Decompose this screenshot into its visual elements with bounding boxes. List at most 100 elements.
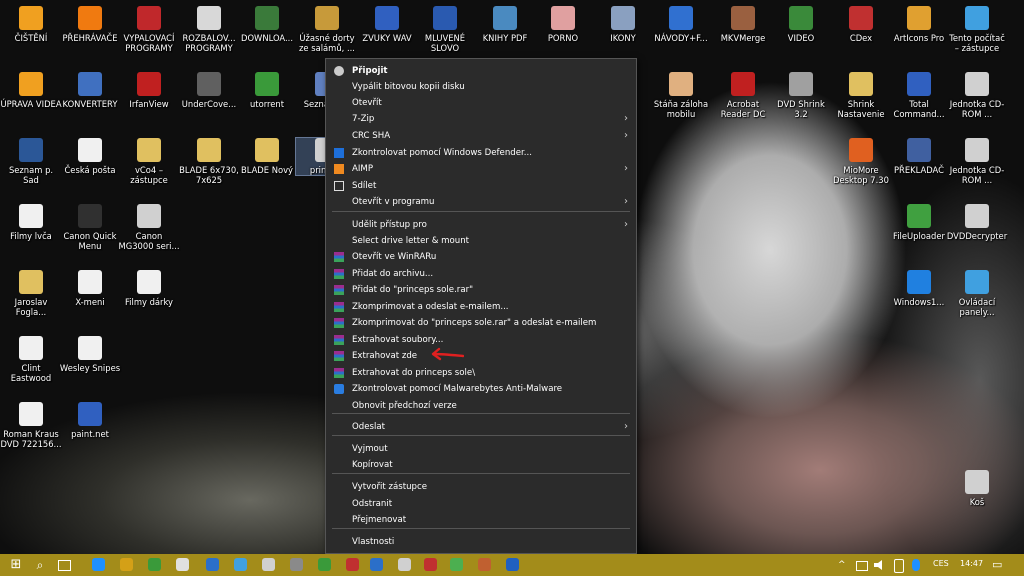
desktop-icon[interactable]: MKVMerge xyxy=(712,6,774,43)
menu-item[interactable]: Vypálit bitovou kopii disku xyxy=(326,79,636,95)
desktop-icon[interactable]: ROZBALOV... PROGRAMY xyxy=(178,6,240,53)
taskbar-app-icon[interactable] xyxy=(424,558,437,571)
desktop-icon[interactable]: PŘEHRÁVAČE xyxy=(59,6,121,43)
desktop-icon[interactable]: Total Command... xyxy=(888,72,950,119)
menu-item[interactable]: Kopírovat xyxy=(326,457,636,473)
desktop-icon[interactable]: IrfanView xyxy=(118,72,180,109)
desktop-icon[interactable]: paint.net xyxy=(59,402,121,439)
desktop-icon[interactable]: BLADE Nový xyxy=(236,138,298,175)
desktop-icon[interactable]: Stáňa záloha mobilu xyxy=(650,72,712,119)
menu-item[interactable]: Otevřít ve WinRARu xyxy=(326,249,636,265)
chevron-up-icon[interactable]: ^ xyxy=(838,557,854,573)
menu-item[interactable]: Vlastnosti xyxy=(326,534,636,550)
clock[interactable]: 14:47 xyxy=(960,559,983,568)
desktop-icon[interactable]: ČIŠTĚNÍ xyxy=(0,6,62,43)
desktop-icon[interactable]: DVD Shrink 3.2 xyxy=(770,72,832,119)
desktop-icon[interactable]: vCo4 – zástupce xyxy=(118,138,180,185)
volume-icon[interactable] xyxy=(874,560,882,570)
desktop-icon[interactable]: utorrent xyxy=(236,72,298,109)
desktop-icon[interactable]: Clint Eastwood xyxy=(0,336,62,383)
network-icon[interactable] xyxy=(856,561,868,571)
menu-item[interactable]: Extrahovat do princeps sole\ xyxy=(326,365,636,381)
desktop-icon[interactable]: Tento počítač – zástupce xyxy=(946,6,1008,53)
desktop-icon[interactable]: ArtIcons Pro xyxy=(888,6,950,43)
taskbar-app-icon[interactable] xyxy=(290,558,303,571)
menu-item[interactable]: Vytvořit zástupce xyxy=(326,479,636,495)
menu-item[interactable]: Zkomprimovat do "princeps sole.rar" a od… xyxy=(326,315,636,331)
menu-item[interactable]: Select drive letter & mount xyxy=(326,233,636,249)
desktop-icon[interactable]: Wesley Snipes xyxy=(59,336,121,373)
desktop-icon[interactable]: Koš xyxy=(946,470,1008,507)
menu-item[interactable]: 7-Zip › xyxy=(326,111,636,127)
desktop-icon[interactable]: Filmy lvča xyxy=(0,204,62,241)
desktop-icon[interactable]: Seznam p. Sad xyxy=(0,138,62,185)
language-indicator[interactable]: CES xyxy=(933,559,949,568)
desktop-icon[interactable]: FileUploader xyxy=(888,204,950,241)
taskbar-app-icon[interactable] xyxy=(148,558,161,571)
desktop-icon[interactable]: Acrobat Reader DC xyxy=(712,72,774,119)
taskbar-app-icon[interactable] xyxy=(92,558,105,571)
menu-item[interactable]: CRC SHA › xyxy=(326,128,636,144)
desktop-icon[interactable]: VIDEO xyxy=(770,6,832,43)
desktop-icon[interactable]: Úžasné dorty ze salámů, ... xyxy=(296,6,358,53)
search-icon[interactable]: ⌕ xyxy=(32,557,48,573)
menu-item[interactable]: Otevřít v programu › xyxy=(326,194,636,210)
menu-item[interactable]: Udělit přístup pro › xyxy=(326,217,636,233)
menu-item[interactable]: Vyjmout xyxy=(326,441,636,457)
desktop-icon[interactable]: Česká pošta xyxy=(59,138,121,175)
battery-icon[interactable] xyxy=(894,559,904,573)
desktop-icon[interactable]: Filmy dárky xyxy=(118,270,180,307)
desktop-icon[interactable]: BLADE 6x730, 7x625 xyxy=(178,138,240,185)
taskbar-app-icon[interactable] xyxy=(262,558,275,571)
menu-item[interactable]: Extrahovat zde xyxy=(326,348,636,364)
desktop-icon[interactable]: KONVERTERY xyxy=(59,72,121,109)
desktop-icon[interactable]: Roman Kraus DVD 722156... xyxy=(0,402,62,449)
notifications-icon[interactable]: ▭ xyxy=(992,557,1008,573)
taskbar-app-icon[interactable] xyxy=(346,558,359,571)
desktop-icon[interactable]: DVDDecrypter xyxy=(946,204,1008,241)
menu-item[interactable]: Připojit xyxy=(326,63,636,79)
desktop-icon[interactable]: UnderCove... xyxy=(178,72,240,109)
menu-item[interactable]: AIMP › xyxy=(326,161,636,177)
desktop-icon[interactable]: Shrink Nastavenie xyxy=(830,72,892,119)
menu-item[interactable]: Přidat do "princeps sole.rar" xyxy=(326,282,636,298)
desktop-icon[interactable]: IKONY xyxy=(592,6,654,43)
menu-item[interactable]: Extrahovat soubory... xyxy=(326,332,636,348)
desktop-icon[interactable]: DOWNLOA... xyxy=(236,6,298,43)
task-view-icon[interactable] xyxy=(58,560,71,571)
menu-item[interactable]: Obnovit předchozí verze xyxy=(326,398,636,414)
desktop-icon[interactable]: ÚPRAVA VIDEA xyxy=(0,72,62,109)
menu-item[interactable]: Sdílet xyxy=(326,178,636,194)
taskbar-app-icon[interactable] xyxy=(318,558,331,571)
bluetooth-icon[interactable] xyxy=(912,559,920,571)
menu-item[interactable]: Odstranit xyxy=(326,496,636,512)
menu-item[interactable]: Odeslat › xyxy=(326,419,636,435)
menu-item[interactable]: Přidat do archivu... xyxy=(326,266,636,282)
desktop-icon[interactable]: Jednotka CD-ROM ... xyxy=(946,138,1008,185)
desktop-icon[interactable]: Windows1... xyxy=(888,270,950,307)
desktop-icon[interactable]: VYPALOVACÍ PROGRAMY xyxy=(118,6,180,53)
desktop-icon[interactable]: X-meni xyxy=(59,270,121,307)
taskbar-app-icon[interactable] xyxy=(234,558,247,571)
taskbar-app-icon[interactable] xyxy=(398,558,411,571)
menu-item[interactable]: Přejmenovat xyxy=(326,512,636,528)
taskbar-app-icon[interactable] xyxy=(450,558,463,571)
taskbar-app-icon[interactable] xyxy=(478,558,491,571)
desktop-icon[interactable]: PORNO xyxy=(532,6,594,43)
menu-item[interactable]: Otevřít xyxy=(326,95,636,111)
desktop-icon[interactable]: KNIHY PDF xyxy=(474,6,536,43)
desktop-icon[interactable]: PŘEKLADAČ xyxy=(888,138,950,175)
start-button[interactable]: ⊞ xyxy=(8,557,24,573)
taskbar-app-icon[interactable] xyxy=(120,558,133,571)
taskbar-app-icon[interactable] xyxy=(206,558,219,571)
desktop-icon[interactable]: Ovládací panely... xyxy=(946,270,1008,317)
desktop-icon[interactable]: MioMore Desktop 7.30 xyxy=(830,138,892,185)
desktop-icon[interactable]: Canon Quick Menu xyxy=(59,204,121,251)
taskbar-app-icon[interactable] xyxy=(506,558,519,571)
menu-item[interactable]: Zkomprimovat a odeslat e-mailem... xyxy=(326,299,636,315)
taskbar-app-icon[interactable] xyxy=(370,558,383,571)
desktop-icon[interactable]: NÁVODY+F... xyxy=(650,6,712,43)
taskbar-app-icon[interactable] xyxy=(176,558,189,571)
menu-item[interactable]: Zkontrolovat pomocí Malwarebytes Anti-Ma… xyxy=(326,381,636,397)
desktop-icon[interactable]: Jaroslav Fogla... xyxy=(0,270,62,317)
